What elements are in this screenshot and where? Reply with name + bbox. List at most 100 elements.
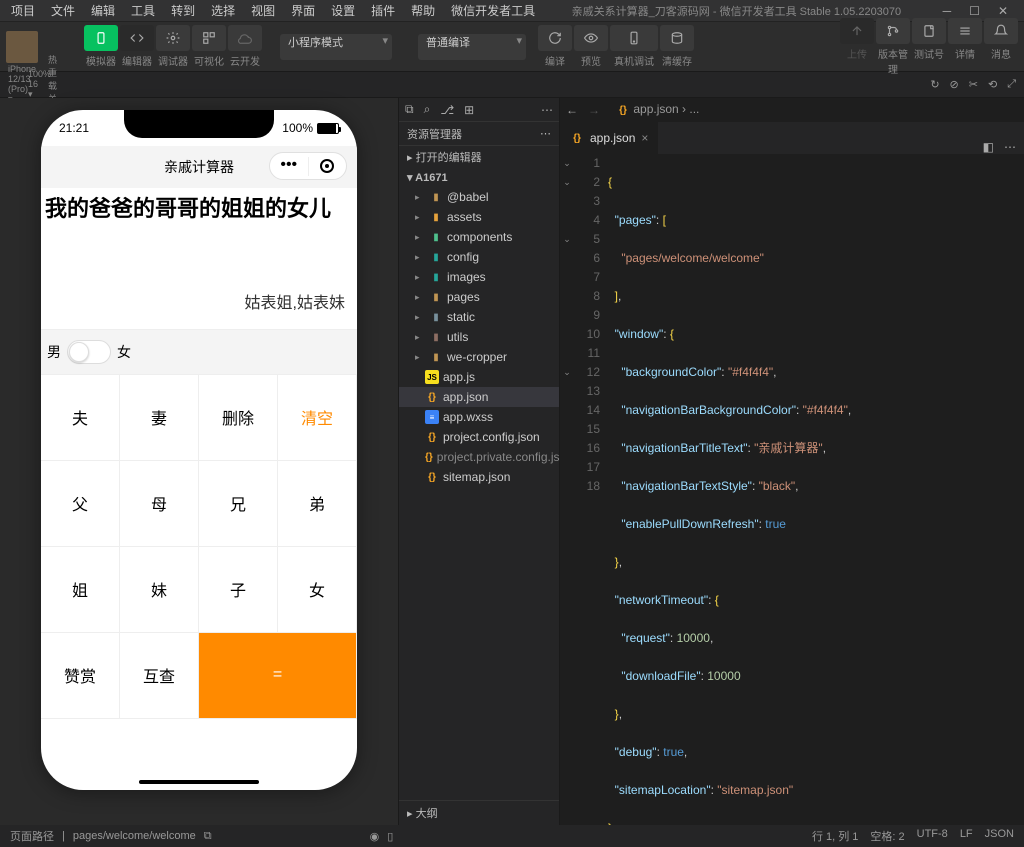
file-app-wxss[interactable]: ≡app.wxss — [399, 407, 559, 427]
key-equals[interactable]: = — [199, 633, 357, 719]
close-button[interactable]: ✕ — [998, 4, 1008, 18]
folder-assets[interactable]: ▸▮assets — [399, 207, 559, 227]
menu-wechat-devtools[interactable]: 微信开发者工具 — [444, 0, 542, 21]
language[interactable]: JSON — [985, 828, 1014, 844]
folder-config[interactable]: ▸▮config — [399, 247, 559, 267]
menu-settings[interactable]: 设置 — [324, 0, 362, 21]
key-daughter[interactable]: 女 — [278, 547, 357, 633]
fold-gutter[interactable]: ⌄⌄⌄⌄ — [560, 154, 574, 825]
key-younger-brother[interactable]: 弟 — [278, 461, 357, 547]
capsule-menu-icon[interactable]: ••• — [270, 157, 309, 176]
testno-button[interactable] — [912, 18, 946, 44]
file-project-private[interactable]: {}project.private.config.js... — [399, 447, 559, 467]
cloud-dev-toggle[interactable] — [228, 25, 262, 51]
breadcrumb-more[interactable]: ... — [689, 102, 699, 116]
editor-toggle[interactable] — [120, 25, 154, 51]
folder-utils[interactable]: ▸▮utils — [399, 327, 559, 347]
encoding[interactable]: UTF-8 — [917, 828, 948, 844]
cut-icon[interactable]: ✂ — [969, 78, 978, 91]
file-project-config[interactable]: {}project.config.json — [399, 427, 559, 447]
message-button[interactable] — [984, 18, 1018, 44]
folder-images[interactable]: ▸▮images — [399, 267, 559, 287]
zoom-select[interactable]: 100% 16 ▾ — [28, 69, 38, 100]
file-sitemap[interactable]: {}sitemap.json — [399, 467, 559, 487]
refresh-icon[interactable]: ↻ — [930, 78, 939, 91]
menu-plugin[interactable]: 插件 — [364, 0, 402, 21]
code-content[interactable]: { "pages": [ "pages/welcome/welcome" ], … — [608, 154, 1024, 825]
file-app-json[interactable]: {}app.json — [399, 387, 559, 407]
menu-tool[interactable]: 工具 — [124, 0, 162, 21]
key-mother[interactable]: 母 — [120, 461, 199, 547]
float-icon[interactable]: ⤢ — [1007, 78, 1016, 91]
page-path[interactable]: pages/welcome/welcome — [73, 830, 196, 842]
minimize-button[interactable]: ─ — [943, 4, 952, 18]
gender-switch[interactable] — [67, 340, 111, 364]
explorer-ext-icon[interactable]: ⊞ — [464, 103, 474, 117]
debugger-toggle[interactable] — [156, 25, 190, 51]
nav-back-icon[interactable]: ← — [566, 103, 578, 117]
key-son[interactable]: 子 — [199, 547, 278, 633]
menu-file[interactable]: 文件 — [44, 0, 82, 21]
avatar[interactable] — [6, 31, 38, 63]
open-editors-section[interactable]: ▸ 打开的编辑器 — [399, 146, 559, 168]
indent[interactable]: 空格: 2 — [870, 828, 904, 844]
outline-section[interactable]: ▸ 大纲 — [399, 800, 559, 825]
split-editor-icon[interactable]: ◧ — [983, 140, 994, 154]
folder-components[interactable]: ▸▮components — [399, 227, 559, 247]
simulator-toggle[interactable] — [84, 25, 118, 51]
folder-wecropper[interactable]: ▸▮we-cropper — [399, 347, 559, 367]
key-elder-brother[interactable]: 兄 — [199, 461, 278, 547]
capsule-button[interactable]: ••• — [269, 152, 347, 180]
explorer-search-icon[interactable]: ⌕ — [424, 102, 431, 117]
capsule-close-icon[interactable] — [309, 159, 347, 173]
explorer-more-icon[interactable]: ⋯ — [541, 103, 553, 117]
code-editor[interactable]: ⌄⌄⌄⌄ 123456789101112131415161718 { "page… — [560, 154, 1024, 825]
explorer-menu-icon[interactable]: ⋯ — [540, 127, 551, 140]
visual-toggle[interactable] — [192, 25, 226, 51]
folder-pages[interactable]: ▸▮pages — [399, 287, 559, 307]
key-delete[interactable]: 删除 — [199, 375, 278, 461]
key-elder-sister[interactable]: 姐 — [41, 547, 120, 633]
menu-help[interactable]: 帮助 — [404, 0, 442, 21]
minimap[interactable] — [984, 154, 1024, 825]
explorer-files-icon[interactable]: ⧉ — [405, 102, 414, 117]
key-reverse[interactable]: 互查 — [120, 633, 199, 719]
compile-mode-select[interactable]: 普通编译 — [418, 34, 526, 60]
detail-button[interactable] — [948, 18, 982, 44]
cursor-pos[interactable]: 行 1, 列 1 — [812, 828, 858, 844]
project-root[interactable]: ▾ A1671 — [399, 168, 559, 187]
visibility-icon[interactable]: ◉ — [370, 830, 380, 843]
key-reward[interactable]: 赞赏 — [41, 633, 120, 719]
mode-select[interactable]: 小程序模式 — [280, 34, 392, 60]
menu-select[interactable]: 选择 — [204, 0, 242, 21]
menu-project[interactable]: 项目 — [4, 0, 42, 21]
key-wife[interactable]: 妻 — [120, 375, 199, 461]
key-husband[interactable]: 夫 — [41, 375, 120, 461]
menu-view[interactable]: 视图 — [244, 0, 282, 21]
compile-button[interactable] — [538, 25, 572, 51]
key-clear[interactable]: 清空 — [278, 375, 357, 461]
tab-close-icon[interactable]: × — [641, 131, 648, 145]
clear-cache-button[interactable] — [660, 25, 694, 51]
editor-more-icon[interactable]: ⋯ — [1004, 140, 1016, 154]
key-younger-sister[interactable]: 妹 — [120, 547, 199, 633]
mute-icon[interactable]: ⊘ — [950, 78, 959, 91]
upload-button[interactable] — [840, 18, 874, 44]
eol[interactable]: LF — [960, 828, 973, 844]
breadcrumb-file[interactable]: app.json — [633, 102, 678, 116]
explorer-branch-icon[interactable]: ⎇ — [440, 103, 454, 117]
menu-goto[interactable]: 转到 — [164, 0, 202, 21]
menu-edit[interactable]: 编辑 — [84, 0, 122, 21]
maximize-button[interactable]: ☐ — [969, 4, 980, 18]
nav-forward-icon[interactable]: → — [588, 103, 600, 117]
version-button[interactable] — [876, 18, 910, 44]
file-app-js[interactable]: JSapp.js — [399, 367, 559, 387]
copy-path-icon[interactable]: ⧉ — [204, 830, 212, 843]
folder-babel[interactable]: ▸▮@babel — [399, 187, 559, 207]
folder-static[interactable]: ▸▮static — [399, 307, 559, 327]
lock-icon[interactable]: ▯ — [387, 830, 393, 843]
preview-button[interactable] — [574, 25, 608, 51]
rotate-icon[interactable]: ⟲ — [988, 78, 997, 91]
editor-tab-appjson[interactable]: {} app.json × — [560, 122, 659, 154]
key-father[interactable]: 父 — [41, 461, 120, 547]
